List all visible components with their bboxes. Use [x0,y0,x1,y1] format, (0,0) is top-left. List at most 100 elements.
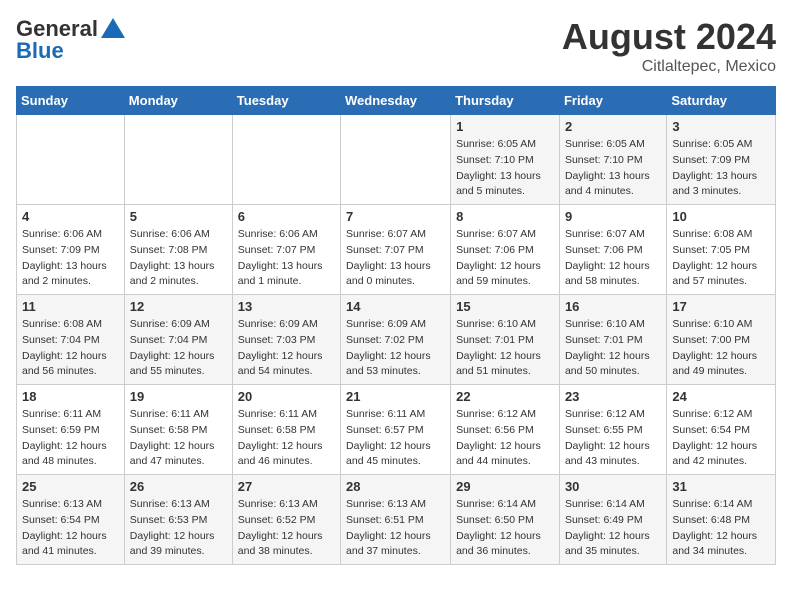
weekday-header-thursday: Thursday [451,87,560,115]
day-number: 12 [130,299,227,314]
day-number: 25 [22,479,119,494]
day-cell: 10 Sunrise: 6:08 AMSunset: 7:05 PMDayligh… [667,205,776,295]
day-cell: 31Sunrise: 6:14 AMSunset: 6:48 PMDayligh… [667,475,776,565]
day-cell [124,115,232,205]
day-info: Sunrise: 6:07 AMSunset: 7:07 PMDaylight:… [346,227,445,290]
day-info: Sunrise: 6:09 AMSunset: 7:04 PMDaylight:… [130,317,227,380]
day-number: 4 [22,209,119,224]
day-info: Sunrise: 6:14 AMSunset: 6:50 PMDaylight:… [456,497,554,560]
day-number: 30 [565,479,661,494]
day-cell: 21 Sunrise: 6:11 AMSunset: 6:57 PMDayligh… [341,385,451,475]
logo-triangle-icon [101,18,125,38]
day-info: Sunrise: 6:12 AMSunset: 6:56 PMDaylight:… [456,407,554,470]
day-cell: 30 Sunrise: 6:14 AMSunset: 6:49 PMDayligh… [559,475,666,565]
day-info: Sunrise: 6:13 AMSunset: 6:52 PMDaylight:… [238,497,335,560]
day-number: 10 [672,209,770,224]
day-number: 13 [238,299,335,314]
day-info: Sunrise: 6:11 AMSunset: 6:58 PMDaylight:… [238,407,335,470]
day-info: Sunrise: 6:11 AMSunset: 6:59 PMDaylight:… [22,407,119,470]
week-row-3: 11 Sunrise: 6:08 AMSunset: 7:04 PMDayligh… [17,295,776,385]
day-number: 26 [130,479,227,494]
day-number: 17 [672,299,770,314]
day-number: 29 [456,479,554,494]
day-cell: 15 Sunrise: 6:10 AMSunset: 7:01 PMDayligh… [451,295,560,385]
day-cell: 6 Sunrise: 6:06 AMSunset: 7:07 PMDaylight… [232,205,340,295]
day-cell: 20 Sunrise: 6:11 AMSunset: 6:58 PMDayligh… [232,385,340,475]
day-info: Sunrise: 6:12 AMSunset: 6:55 PMDaylight:… [565,407,661,470]
day-number: 14 [346,299,445,314]
logo-blue: Blue [16,38,64,64]
day-number: 2 [565,119,661,134]
weekday-header-friday: Friday [559,87,666,115]
day-cell: 12 Sunrise: 6:09 AMSunset: 7:04 PMDayligh… [124,295,232,385]
logo: General Blue [16,16,125,64]
day-cell: 23 Sunrise: 6:12 AMSunset: 6:55 PMDayligh… [559,385,666,475]
day-number: 6 [238,209,335,224]
day-info: Sunrise: 6:05 AMSunset: 7:10 PMDaylight:… [456,137,554,200]
day-cell: 7 Sunrise: 6:07 AMSunset: 7:07 PMDaylight… [341,205,451,295]
day-cell: 1 Sunrise: 6:05 AMSunset: 7:10 PMDaylight… [451,115,560,205]
day-info: Sunrise: 6:14 AMSunset: 6:48 PMDaylight:… [672,497,770,560]
day-cell: 26 Sunrise: 6:13 AMSunset: 6:53 PMDayligh… [124,475,232,565]
day-info: Sunrise: 6:06 AMSunset: 7:08 PMDaylight:… [130,227,227,290]
day-cell: 17Sunrise: 6:10 AMSunset: 7:00 PMDayligh… [667,295,776,385]
day-number: 5 [130,209,227,224]
weekday-header-row: SundayMondayTuesdayWednesdayThursdayFrid… [17,87,776,115]
day-info: Sunrise: 6:06 AMSunset: 7:09 PMDaylight:… [22,227,119,290]
day-cell: 8Sunrise: 6:07 AMSunset: 7:06 PMDaylight… [451,205,560,295]
week-row-5: 25 Sunrise: 6:13 AMSunset: 6:54 PMDayligh… [17,475,776,565]
day-info: Sunrise: 6:13 AMSunset: 6:54 PMDaylight:… [22,497,119,560]
day-cell: 19 Sunrise: 6:11 AMSunset: 6:58 PMDayligh… [124,385,232,475]
day-number: 3 [672,119,770,134]
day-info: Sunrise: 6:13 AMSunset: 6:53 PMDaylight:… [130,497,227,560]
day-cell: 2 Sunrise: 6:05 AMSunset: 7:10 PMDaylight… [559,115,666,205]
location-subtitle: Citlaltepec, Mexico [562,58,776,76]
day-number: 18 [22,389,119,404]
day-info: Sunrise: 6:11 AMSunset: 6:58 PMDaylight:… [130,407,227,470]
day-info: Sunrise: 6:07 AMSunset: 7:06 PMDaylight:… [565,227,661,290]
day-number: 24 [672,389,770,404]
day-cell: 11 Sunrise: 6:08 AMSunset: 7:04 PMDayligh… [17,295,125,385]
day-number: 27 [238,479,335,494]
weekday-header-monday: Monday [124,87,232,115]
day-cell [232,115,340,205]
day-cell: 25 Sunrise: 6:13 AMSunset: 6:54 PMDayligh… [17,475,125,565]
week-row-1: 1 Sunrise: 6:05 AMSunset: 7:10 PMDaylight… [17,115,776,205]
day-cell: 9Sunrise: 6:07 AMSunset: 7:06 PMDaylight… [559,205,666,295]
day-cell: 28Sunrise: 6:13 AMSunset: 6:51 PMDayligh… [341,475,451,565]
day-cell: 5 Sunrise: 6:06 AMSunset: 7:08 PMDaylight… [124,205,232,295]
day-info: Sunrise: 6:08 AMSunset: 7:05 PMDaylight:… [672,227,770,290]
day-number: 7 [346,209,445,224]
day-info: Sunrise: 6:06 AMSunset: 7:07 PMDaylight:… [238,227,335,290]
day-cell: 4 Sunrise: 6:06 AMSunset: 7:09 PMDaylight… [17,205,125,295]
day-cell: 27 Sunrise: 6:13 AMSunset: 6:52 PMDayligh… [232,475,340,565]
day-info: Sunrise: 6:10 AMSunset: 7:01 PMDaylight:… [456,317,554,380]
day-cell: 18 Sunrise: 6:11 AMSunset: 6:59 PMDayligh… [17,385,125,475]
day-cell: 3Sunrise: 6:05 AMSunset: 7:09 PMDaylight… [667,115,776,205]
day-info: Sunrise: 6:10 AMSunset: 7:01 PMDaylight:… [565,317,661,380]
day-number: 1 [456,119,554,134]
day-cell: 24 Sunrise: 6:12 AMSunset: 6:54 PMDayligh… [667,385,776,475]
day-info: Sunrise: 6:11 AMSunset: 6:57 PMDaylight:… [346,407,445,470]
day-info: Sunrise: 6:07 AMSunset: 7:06 PMDaylight:… [456,227,554,290]
day-number: 28 [346,479,445,494]
weekday-header-saturday: Saturday [667,87,776,115]
day-number: 15 [456,299,554,314]
week-row-4: 18 Sunrise: 6:11 AMSunset: 6:59 PMDayligh… [17,385,776,475]
title-block: August 2024 Citlaltepec, Mexico [562,16,776,76]
month-year-title: August 2024 [562,16,776,58]
day-info: Sunrise: 6:14 AMSunset: 6:49 PMDaylight:… [565,497,661,560]
day-number: 19 [130,389,227,404]
page-header: General Blue August 2024 Citlaltepec, Me… [16,16,776,76]
day-cell: 22 Sunrise: 6:12 AMSunset: 6:56 PMDayligh… [451,385,560,475]
day-number: 11 [22,299,119,314]
day-number: 20 [238,389,335,404]
day-info: Sunrise: 6:12 AMSunset: 6:54 PMDaylight:… [672,407,770,470]
day-info: Sunrise: 6:05 AMSunset: 7:10 PMDaylight:… [565,137,661,200]
day-cell: 13Sunrise: 6:09 AMSunset: 7:03 PMDayligh… [232,295,340,385]
calendar-table: SundayMondayTuesdayWednesdayThursdayFrid… [16,86,776,565]
day-info: Sunrise: 6:08 AMSunset: 7:04 PMDaylight:… [22,317,119,380]
day-number: 23 [565,389,661,404]
day-number: 22 [456,389,554,404]
day-number: 21 [346,389,445,404]
